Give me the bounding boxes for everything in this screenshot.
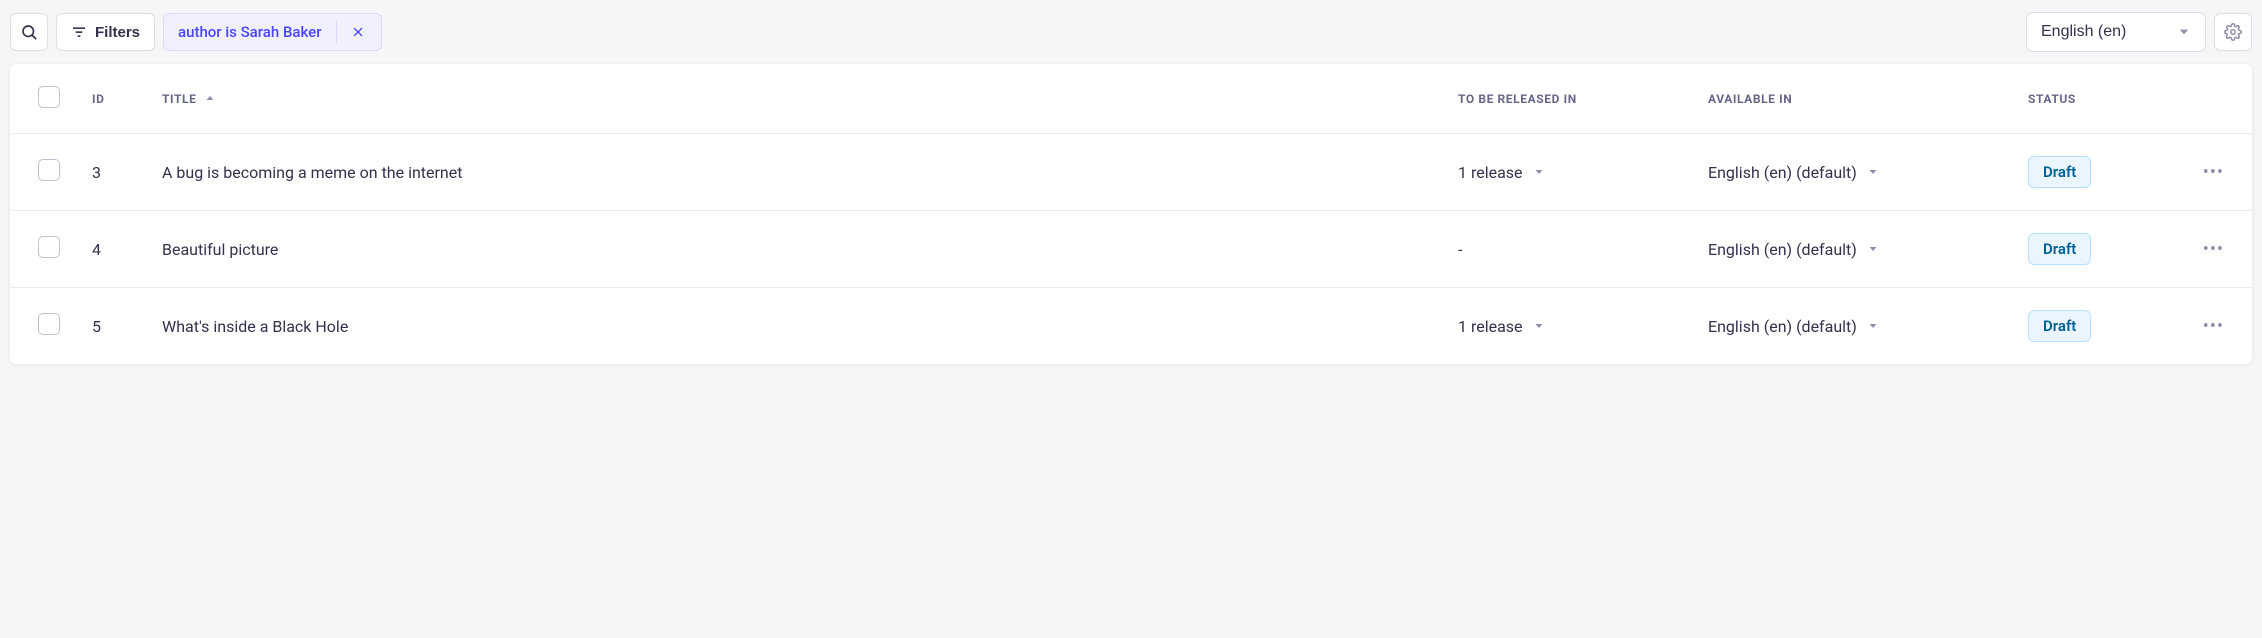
- search-button[interactable]: [10, 13, 48, 51]
- row-title: A bug is becoming a meme on the internet: [146, 134, 1442, 211]
- filter-chip-divider: [336, 21, 337, 43]
- locale-label: English (en): [2041, 23, 2126, 41]
- row-id: 5: [76, 288, 146, 365]
- row-actions-menu[interactable]: •••: [2203, 162, 2224, 183]
- select-all-checkbox[interactable]: [38, 86, 60, 108]
- more-icon: •••: [2203, 239, 2224, 260]
- column-header-id[interactable]: ID: [76, 64, 146, 134]
- column-header-status[interactable]: STATUS: [2012, 64, 2182, 134]
- row-available[interactable]: English (en) (default): [1708, 163, 1879, 182]
- data-table: ID TITLE TO BE RELEASED IN: [10, 64, 2252, 364]
- filters-button[interactable]: Filters: [56, 13, 155, 51]
- status-badge: Draft: [2028, 156, 2091, 188]
- row-available[interactable]: English (en) (default): [1708, 317, 1879, 336]
- settings-button[interactable]: [2214, 13, 2252, 51]
- row-title: What's inside a Black Hole: [146, 288, 1442, 365]
- row-checkbox[interactable]: [38, 236, 60, 258]
- active-filter-chip[interactable]: author is Sarah Baker: [163, 13, 382, 51]
- filter-chip-remove[interactable]: [345, 19, 371, 45]
- column-header-title[interactable]: TITLE: [146, 64, 1442, 134]
- sort-asc-icon: [204, 93, 216, 105]
- chevron-down-icon: [1867, 243, 1879, 255]
- chevron-down-icon: [1867, 166, 1879, 178]
- search-icon: [20, 23, 38, 41]
- table-row[interactable]: 3A bug is becoming a meme on the interne…: [10, 134, 2252, 211]
- row-release[interactable]: 1 release: [1458, 163, 1545, 182]
- row-available[interactable]: English (en) (default): [1708, 240, 1879, 259]
- chevron-down-icon: [1533, 166, 1545, 178]
- row-checkbox[interactable]: [38, 313, 60, 335]
- status-badge: Draft: [2028, 233, 2091, 265]
- gear-icon: [2224, 23, 2242, 41]
- table-row[interactable]: 5What's inside a Black Hole 1 release Engl…: [10, 288, 2252, 365]
- row-title: Beautiful picture: [146, 211, 1442, 288]
- status-badge: Draft: [2028, 310, 2091, 342]
- column-header-release[interactable]: TO BE RELEASED IN: [1442, 64, 1692, 134]
- filters-label: Filters: [95, 24, 140, 41]
- column-header-available[interactable]: AVAILABLE IN: [1692, 64, 2012, 134]
- row-id: 3: [76, 134, 146, 211]
- filter-chip-text: author is Sarah Baker: [178, 23, 322, 41]
- locale-select[interactable]: English (en): [2026, 12, 2206, 52]
- chevron-down-icon: [1867, 320, 1879, 332]
- row-release: -: [1458, 240, 1462, 259]
- chevron-down-icon: [2177, 25, 2191, 39]
- row-id: 4: [76, 211, 146, 288]
- more-icon: •••: [2203, 162, 2224, 183]
- row-checkbox[interactable]: [38, 159, 60, 181]
- data-table-panel: ID TITLE TO BE RELEASED IN: [10, 64, 2252, 364]
- row-release[interactable]: 1 release: [1458, 317, 1545, 336]
- more-icon: •••: [2203, 316, 2224, 337]
- table-row[interactable]: 4Beautiful picture- English (en) (default…: [10, 211, 2252, 288]
- toolbar: Filters author is Sarah Baker English (e…: [10, 10, 2252, 64]
- row-actions-menu[interactable]: •••: [2203, 239, 2224, 260]
- chevron-down-icon: [1533, 320, 1545, 332]
- row-actions-menu[interactable]: •••: [2203, 316, 2224, 337]
- filter-icon: [71, 24, 87, 40]
- close-icon: [352, 26, 364, 38]
